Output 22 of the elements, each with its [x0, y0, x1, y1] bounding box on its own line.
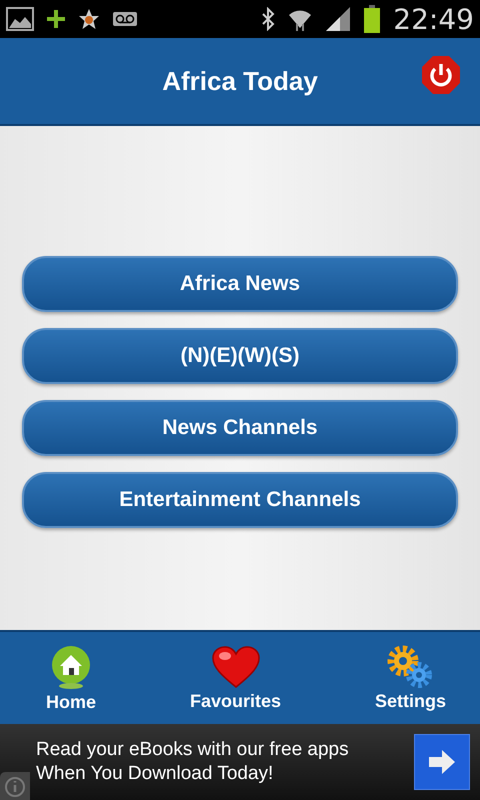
app-title: Africa Today [162, 66, 318, 96]
ad-text: Read your eBooks with our free apps When You Download Today! [36, 738, 350, 786]
plus-icon [46, 9, 66, 29]
menu-button[interactable]: News Channels [22, 400, 458, 456]
picture-icon [6, 7, 34, 31]
menu-button[interactable]: (N)(E)(W)(S) [22, 328, 458, 384]
menu-button[interactable]: Entertainment Channels [22, 472, 458, 528]
arrow-icon [427, 749, 457, 775]
heart-icon [210, 644, 260, 688]
signal-icon [325, 6, 352, 32]
nav-tab[interactable]: Home [40, 632, 102, 724]
bluetooth-icon [261, 7, 276, 31]
battery-icon [363, 5, 382, 33]
voicemail-icon [112, 11, 138, 27]
power-button[interactable] [420, 54, 462, 96]
menu-button[interactable]: Africa News [22, 256, 458, 312]
power-icon [420, 54, 462, 96]
clock-time: 22:49 [393, 2, 474, 36]
nav-tab[interactable]: Favourites [184, 632, 288, 724]
nav-tab[interactable]: Settings [368, 632, 452, 724]
star-icon [78, 8, 100, 30]
ad-button[interactable] [414, 734, 470, 790]
